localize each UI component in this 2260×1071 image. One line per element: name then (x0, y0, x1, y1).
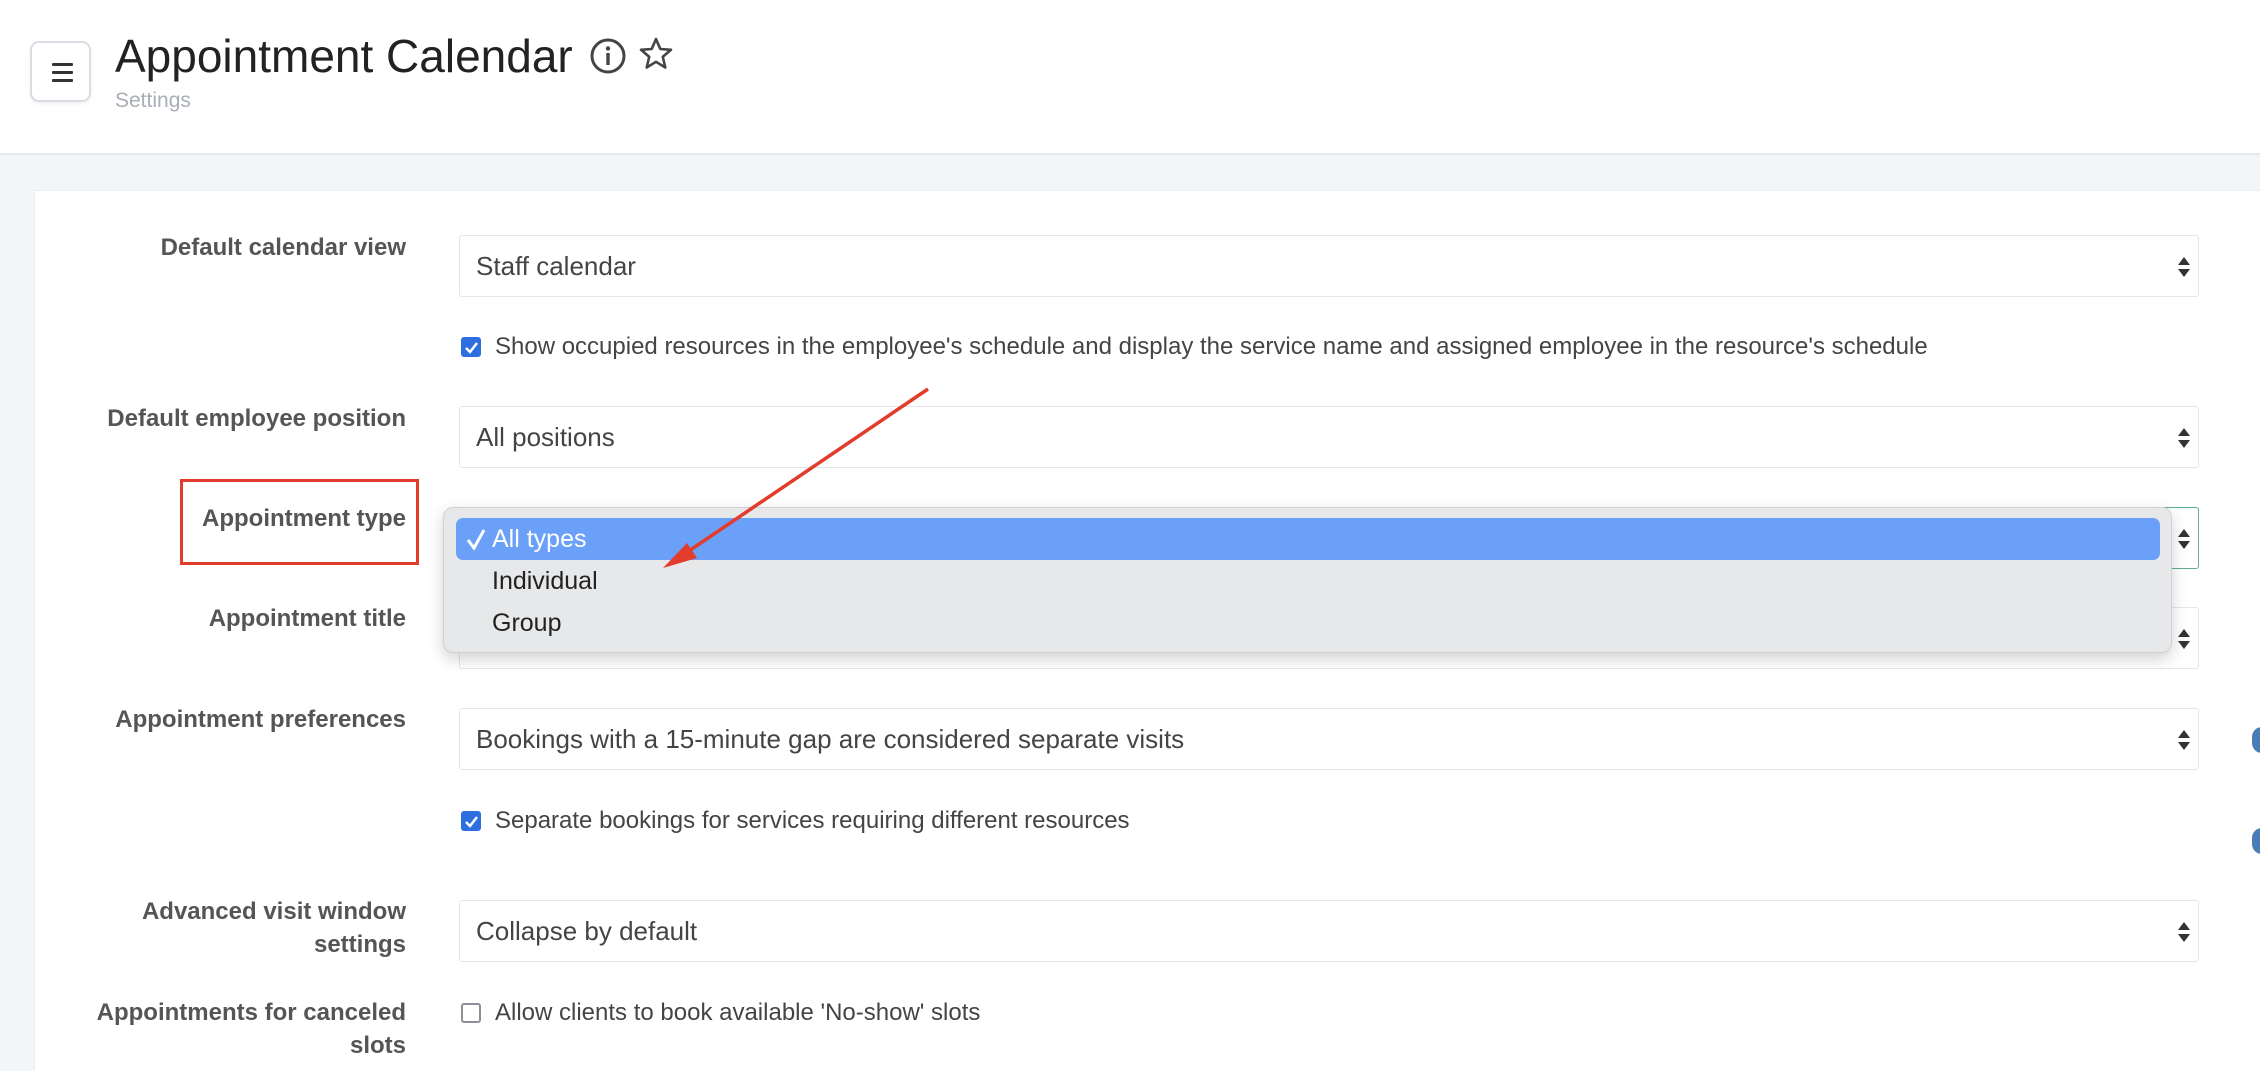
menu-toggle-button[interactable] (30, 41, 91, 102)
separate-bookings-checkbox-row[interactable]: Separate bookings for services requiring… (461, 807, 1130, 835)
help-dot-icon[interactable] (2252, 828, 2260, 854)
visit-window-select[interactable]: Collapse by default (459, 900, 2199, 962)
select-arrows-icon (2178, 629, 2190, 649)
select-arrows-icon (2178, 257, 2190, 277)
info-icon[interactable] (589, 37, 627, 75)
default-employee-position-label: Default employee position (107, 405, 406, 432)
appointment-preferences-value: Bookings with a 15-minute gap are consid… (476, 724, 1185, 754)
annotation-highlight-box (180, 479, 419, 565)
no-show-checkbox[interactable] (461, 1003, 481, 1023)
checkmark-icon (465, 816, 478, 828)
select-arrows-icon (2178, 529, 2190, 549)
default-employee-position-value: All positions (476, 422, 615, 452)
option-label: Individual (492, 567, 598, 595)
canceled-slots-label: Appointments for canceled slots (16, 996, 406, 1062)
appointment-title-label: Appointment title (208, 605, 406, 632)
visit-window-label-line1: Advanced visit window (141, 898, 406, 925)
visit-window-value: Collapse by default (476, 916, 698, 946)
show-occupied-label: Show occupied resources in the employee'… (495, 333, 1928, 360)
visit-window-label: Advanced visit window settings (16, 895, 406, 961)
option-label: All types (492, 525, 587, 553)
show-occupied-checkbox-row[interactable]: Show occupied resources in the employee'… (461, 333, 1928, 361)
no-show-label: Allow clients to book available 'No-show… (495, 999, 981, 1026)
default-calendar-view-label: Default calendar view (160, 234, 406, 261)
separate-bookings-checkbox[interactable] (461, 811, 481, 831)
no-show-checkbox-row[interactable]: Allow clients to book available 'No-show… (461, 999, 980, 1027)
show-occupied-checkbox[interactable] (461, 337, 481, 357)
top-header: Appointment Calendar Settings (0, 0, 2260, 155)
option-group[interactable]: Group (456, 602, 2160, 644)
canceled-slots-label-line1: Appointments for canceled (96, 999, 406, 1026)
visit-window-label-line2: settings (313, 931, 406, 958)
select-arrows-icon (2178, 922, 2190, 942)
default-employee-position-select[interactable]: All positions (459, 406, 2199, 468)
checkmark-icon (466, 529, 486, 551)
default-calendar-view-value: Staff calendar (476, 251, 636, 281)
separate-bookings-label: Separate bookings for services requiring… (495, 807, 1130, 834)
default-calendar-view-select[interactable]: Staff calendar (459, 235, 2199, 297)
breadcrumb: Settings (115, 89, 191, 112)
canceled-slots-label-line2: slots (349, 1032, 406, 1059)
option-label: Group (492, 609, 562, 637)
appointment-preferences-label: Appointment preferences (115, 706, 406, 733)
appointment-type-dropdown: All types Individual Group (443, 507, 2172, 653)
option-all-types[interactable]: All types (456, 518, 2160, 560)
help-dot-icon[interactable] (2252, 727, 2260, 753)
select-arrows-icon (2178, 730, 2190, 750)
page-title: Appointment Calendar (115, 30, 573, 82)
option-individual[interactable]: Individual (456, 560, 2160, 602)
checkmark-icon (465, 342, 478, 354)
appointment-preferences-select[interactable]: Bookings with a 15-minute gap are consid… (459, 708, 2199, 770)
select-arrows-icon (2178, 428, 2190, 448)
star-icon[interactable] (637, 35, 675, 73)
